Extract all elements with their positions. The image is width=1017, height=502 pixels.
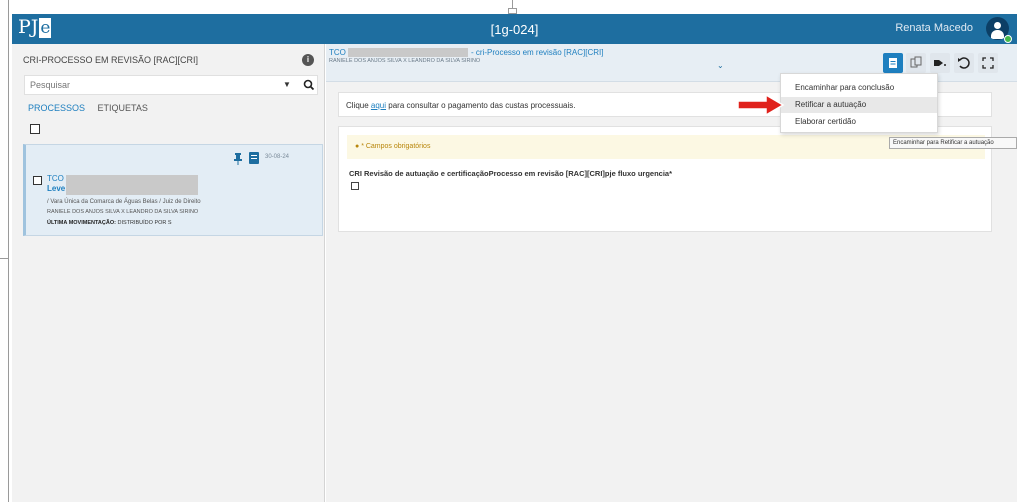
process-code[interactable]: TCO <box>329 48 346 57</box>
docs-icon <box>910 56 922 68</box>
redacted-number <box>348 48 468 57</box>
docs-button[interactable] <box>906 53 926 73</box>
document-icon <box>889 58 897 68</box>
search-bar: ▼ <box>24 75 318 95</box>
pin-icon[interactable] <box>233 153 243 165</box>
urgency-checkbox[interactable] <box>351 182 359 190</box>
select-all-checkbox[interactable] <box>30 124 40 134</box>
task-title: CRI-PROCESSO EM REVISÃO [RAC][CRI] <box>23 55 199 65</box>
redacted-number <box>66 175 198 185</box>
sidebar-tabs: PROCESSOS ETIQUETAS <box>28 103 158 113</box>
screen: { "header": { "logo_prefix": "PJ", "logo… <box>0 0 1017 502</box>
process-title: - cri-Processo em revisão [RAC][CRI] <box>471 48 604 57</box>
red-arrow-icon <box>737 93 785 117</box>
notice-before: Clique <box>346 101 371 110</box>
history-button[interactable] <box>954 53 974 73</box>
top-header: PJ e [1g-024] Renata Macedo <box>12 14 1017 44</box>
field-label: CRI Revisão de autuação e certificaçãoPr… <box>349 169 673 178</box>
task-sidebar: CRI-PROCESSO EM REVISÃO [RAC][CRI] i ▼ P… <box>12 44 325 502</box>
last-move-label: ÚLTIMA MOVIMENTAÇÃO: <box>47 220 116 226</box>
tag-icon <box>934 60 946 66</box>
fullscreen-button[interactable] <box>978 53 998 73</box>
expand-icon <box>982 57 994 69</box>
frame-tick <box>8 0 9 502</box>
info-icon[interactable]: i <box>302 54 314 66</box>
card-priority: Leve <box>47 184 66 193</box>
card-parties: RANIELE DOS ANJOS SILVA X LEANDRO DA SIL… <box>47 209 199 215</box>
card-court: / Vara Única da Comarca de Águas Belas /… <box>47 199 201 205</box>
notice-link[interactable]: aqui <box>371 101 386 110</box>
last-move-value: DISTRIBUÍDO POR S <box>117 220 172 226</box>
menu-item-retificar-autuacao[interactable]: Retificar a autuação <box>781 97 937 113</box>
tab-processos[interactable]: PROCESSOS <box>28 103 85 113</box>
card-checkbox[interactable] <box>33 176 42 185</box>
card-date: 30-08-24 <box>265 154 290 160</box>
info-circle-icon: ● <box>355 143 360 150</box>
document-icon[interactable] <box>249 152 259 164</box>
menu-item-elaborar-certidao[interactable]: Elaborar certidão <box>781 114 937 130</box>
search-input[interactable] <box>25 76 275 94</box>
frame-tick <box>0 258 8 259</box>
transition-menu: Encaminhar para conclusão Retificar a au… <box>780 73 938 133</box>
tags-button[interactable] <box>930 53 950 73</box>
tab-etiquetas[interactable]: ETIQUETAS <box>98 103 148 113</box>
redacted-number <box>66 185 198 195</box>
required-label: * Campos obrigatórios <box>361 143 431 150</box>
required-text: ● * Campos obrigatórios <box>355 143 430 150</box>
transition-menu-button[interactable] <box>883 53 903 73</box>
search-filter-dropdown-icon[interactable]: ▼ <box>283 80 291 89</box>
history-icon <box>958 57 970 69</box>
search-icon[interactable] <box>302 78 316 92</box>
notice-after: para consultar o pagamento das custas pr… <box>386 101 576 110</box>
menu-item-encaminhar-conclusao[interactable]: Encaminhar para conclusão <box>781 80 937 96</box>
notice-text: Clique aqui para consultar o pagamento d… <box>346 101 575 110</box>
process-parties: RANIELE DOS ANJOS SILVA X LEANDRO DA SIL… <box>329 58 481 64</box>
menu-tooltip: Encaminhar para Retificar a autuação <box>889 137 1017 149</box>
header-title: [1g-024] <box>490 22 539 37</box>
user-name[interactable]: Renata Macedo <box>895 22 973 34</box>
chevron-down-icon[interactable]: ⌄ <box>717 61 724 70</box>
online-status-icon <box>1004 35 1012 43</box>
process-card[interactable]: 30-08-24 TCO Leve / Vara Única da Comarc… <box>23 144 323 236</box>
card-process-code[interactable]: TCO <box>47 174 64 183</box>
card-last-movement: ÚLTIMA MOVIMENTAÇÃO: DISTRIBUÍDO POR S <box>47 220 172 226</box>
